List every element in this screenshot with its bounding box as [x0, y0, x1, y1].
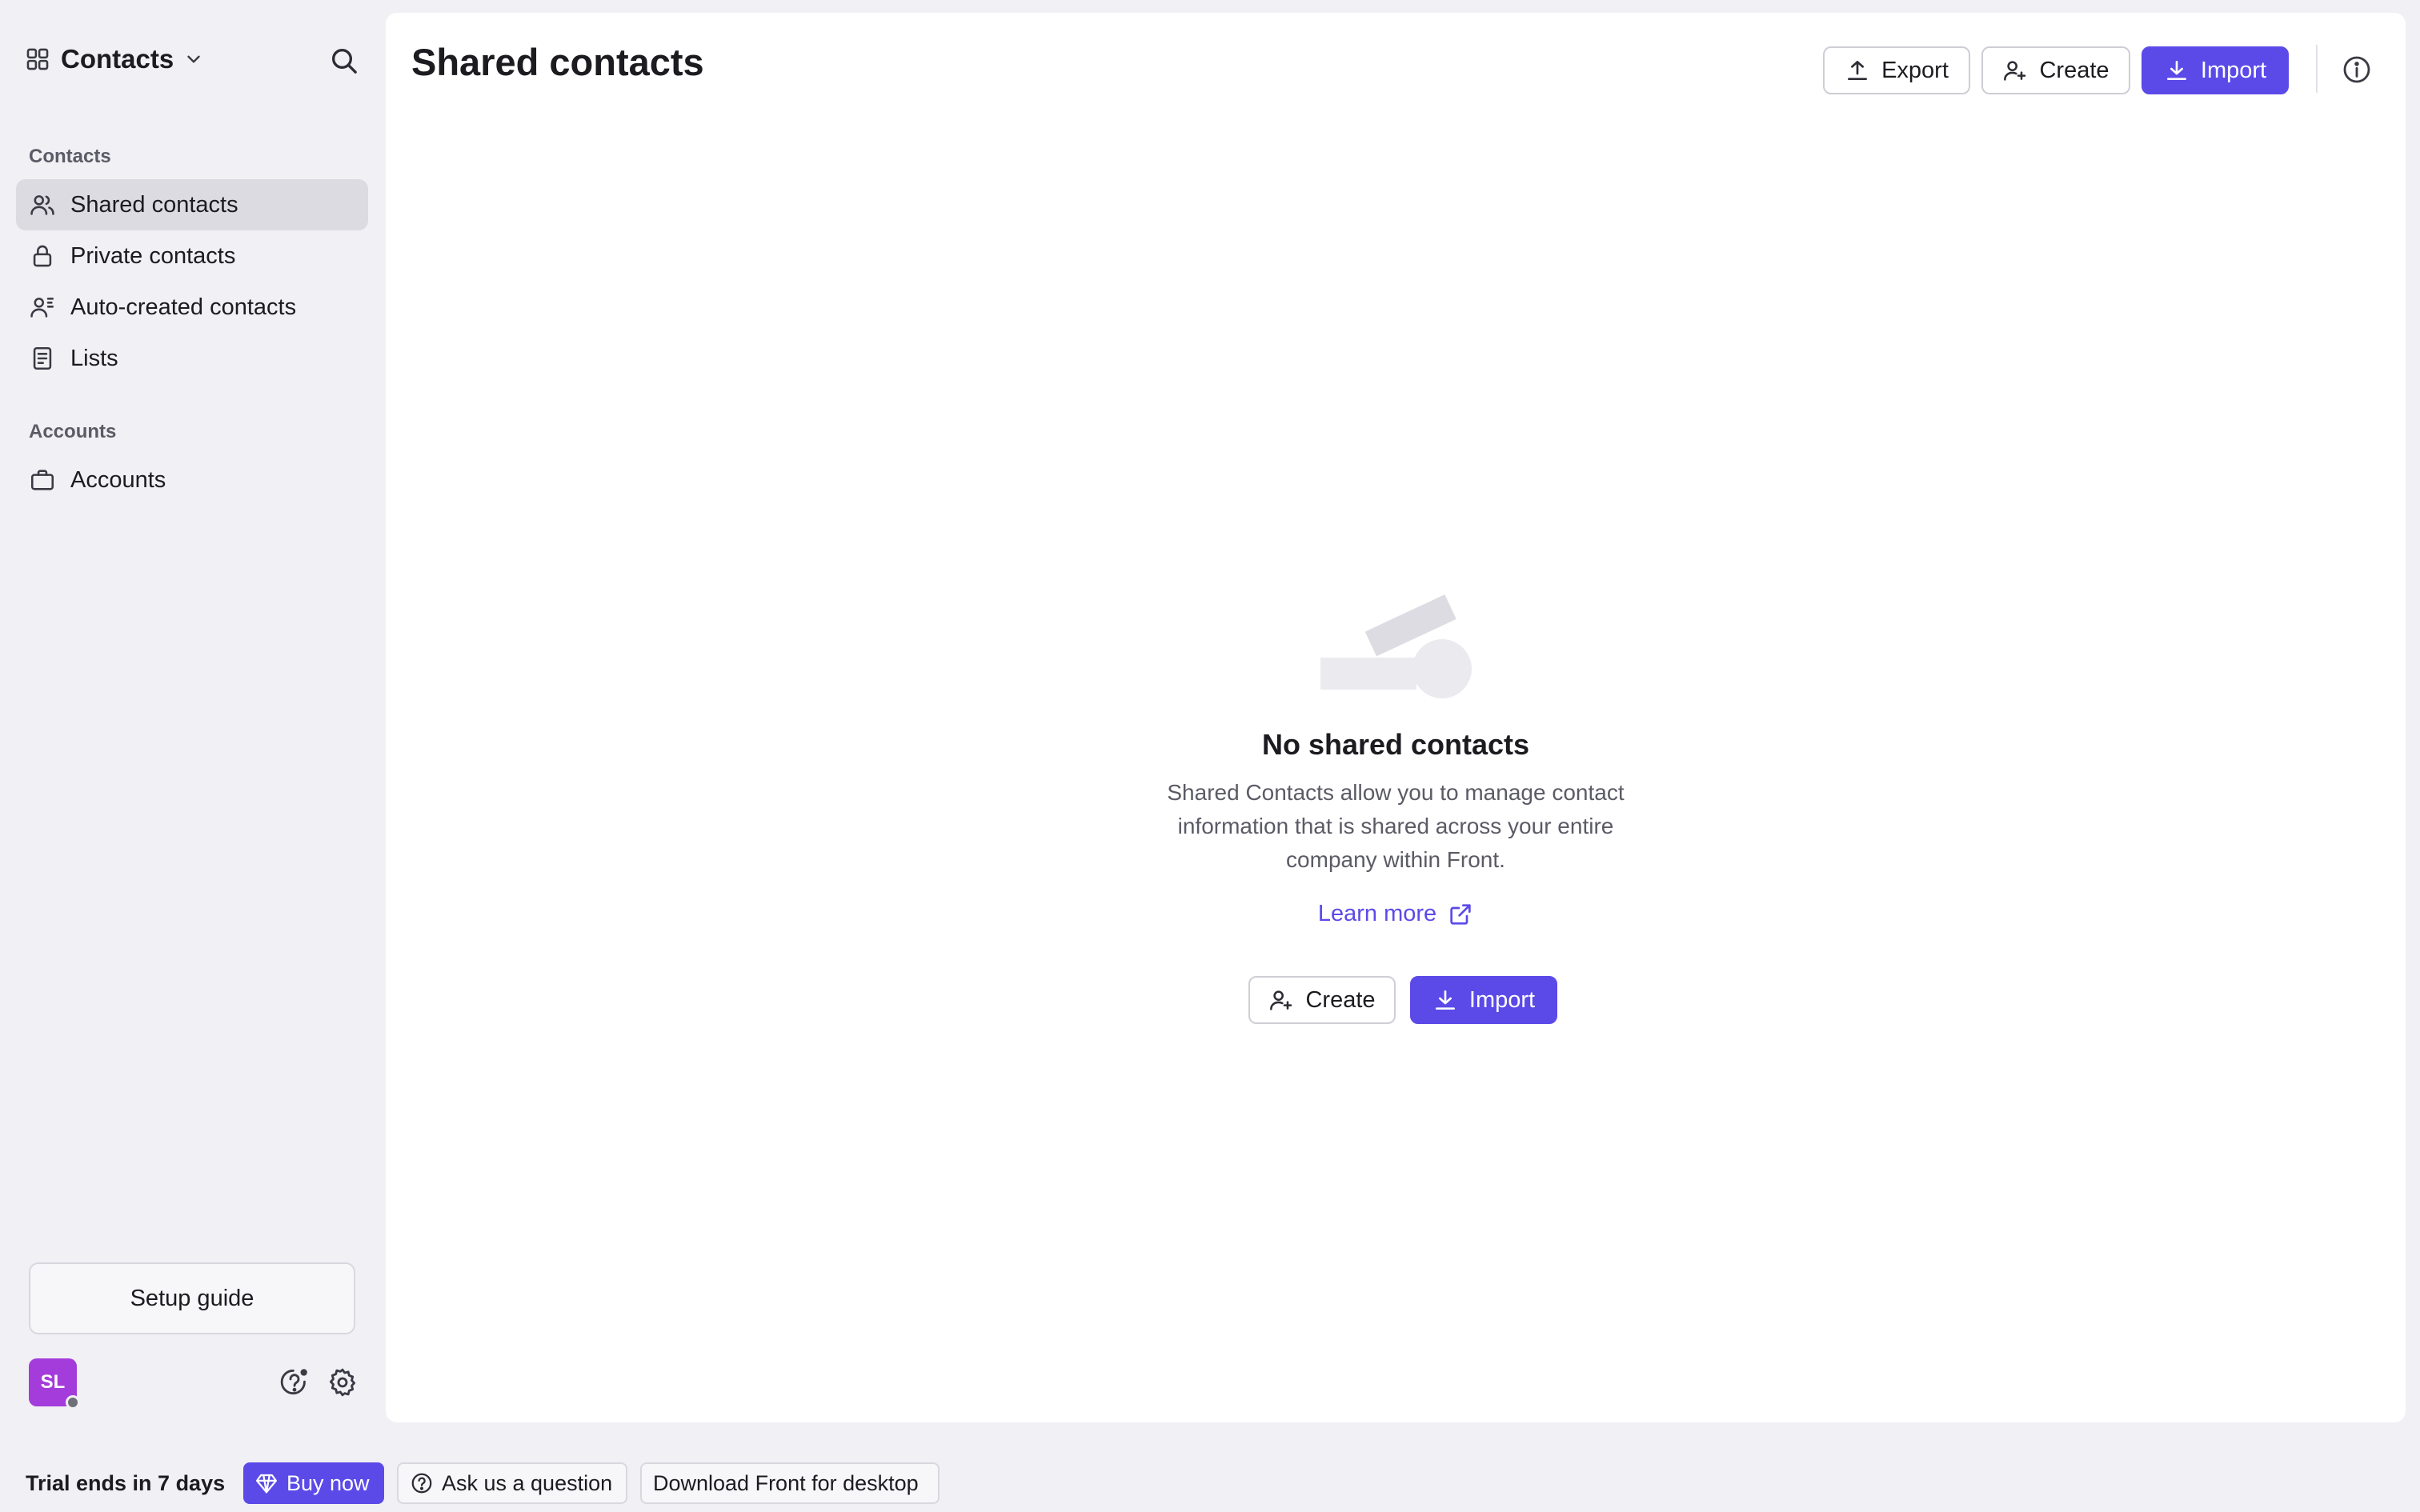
app-switcher[interactable]: Contacts: [24, 40, 204, 78]
sidebar-item-label: Shared contacts: [70, 191, 238, 218]
grid-icon: [24, 46, 51, 73]
user-plus-icon: [2002, 58, 2028, 83]
users-icon: [29, 191, 56, 218]
empty-state-title: No shared contacts: [1261, 728, 1530, 761]
empty-state-illustration: [1320, 594, 1472, 698]
buy-now-button[interactable]: Buy now: [243, 1462, 384, 1504]
sidebar-item-lists[interactable]: Lists: [16, 333, 368, 384]
main-panel: Shared contacts Export Create Import No …: [386, 13, 2406, 1422]
page-title: Shared contacts: [411, 41, 704, 83]
diamond-icon: [254, 1471, 278, 1495]
chevron-down-icon: [183, 49, 204, 70]
empty-state-import-button[interactable]: Import: [1410, 976, 1557, 1024]
setup-guide-button[interactable]: Setup guide: [29, 1262, 355, 1334]
sidebar-item-label: Auto-created contacts: [70, 294, 297, 320]
download-desktop-button[interactable]: Download Front for desktop: [640, 1462, 940, 1504]
import-button[interactable]: Import: [2142, 46, 2289, 94]
learn-more-label: Learn more: [1317, 901, 1437, 926]
sidebar-item-label: Accounts: [70, 466, 166, 493]
section-label-accounts: Accounts: [29, 421, 117, 442]
info-icon: [2341, 54, 2373, 86]
upload-icon: [1845, 58, 1870, 83]
sidebar-item-private-contacts[interactable]: Private contacts: [16, 230, 368, 282]
ask-question-label: Ask us a question: [442, 1470, 613, 1495]
empty-state-create-button[interactable]: Create: [1248, 976, 1396, 1024]
gear-icon: [327, 1366, 359, 1398]
sidebar-item-auto-created-contacts[interactable]: Auto-created contacts: [16, 282, 368, 333]
import-label: Import: [2200, 57, 2267, 83]
sidebar-item-label: Private contacts: [70, 242, 236, 269]
toolbar-divider: [2316, 45, 2318, 93]
create-label: Create: [1305, 986, 1376, 1013]
search-icon: [328, 45, 360, 77]
avatar[interactable]: SL: [29, 1358, 80, 1410]
download-icon: [1432, 987, 1458, 1013]
presence-indicator: [66, 1395, 80, 1410]
help-button[interactable]: [275, 1363, 314, 1402]
question-icon: [410, 1471, 434, 1495]
buy-now-label: Buy now: [286, 1470, 370, 1495]
lock-icon: [29, 242, 56, 270]
ask-question-button[interactable]: Ask us a question: [397, 1462, 627, 1504]
section-label-contacts: Contacts: [29, 146, 111, 167]
sidebar: Contacts Contacts Shared contacts Privat…: [0, 0, 370, 1450]
export-label: Export: [1881, 57, 1949, 83]
user-auto-icon: [29, 294, 56, 321]
create-label: Create: [2039, 57, 2109, 83]
avatar-initials: SL: [40, 1371, 66, 1393]
create-button[interactable]: Create: [1981, 46, 2130, 94]
list-icon: [29, 345, 56, 372]
user-plus-icon: [1268, 987, 1294, 1013]
app-name: Contacts: [61, 44, 174, 74]
sidebar-item-accounts[interactable]: Accounts: [16, 454, 368, 506]
trial-status: Trial ends in 7 days: [26, 1470, 226, 1495]
trial-footer: Trial ends in 7 days Buy now Ask us a qu…: [0, 1450, 2420, 1512]
learn-more-link[interactable]: Learn more: [386, 901, 2406, 927]
download-icon: [2164, 58, 2190, 83]
info-button[interactable]: [2338, 51, 2375, 88]
external-link-icon: [1448, 902, 1473, 927]
help-icon: [278, 1366, 311, 1398]
settings-button[interactable]: [323, 1363, 362, 1402]
empty-state-description: Shared Contacts allow you to manage cont…: [1167, 780, 1625, 872]
search-button[interactable]: [323, 40, 365, 82]
sidebar-item-label: Lists: [70, 345, 118, 371]
briefcase-icon: [29, 466, 56, 494]
export-button[interactable]: Export: [1823, 46, 1970, 94]
sidebar-item-shared-contacts[interactable]: Shared contacts: [16, 179, 368, 230]
import-label: Import: [1468, 986, 1536, 1013]
